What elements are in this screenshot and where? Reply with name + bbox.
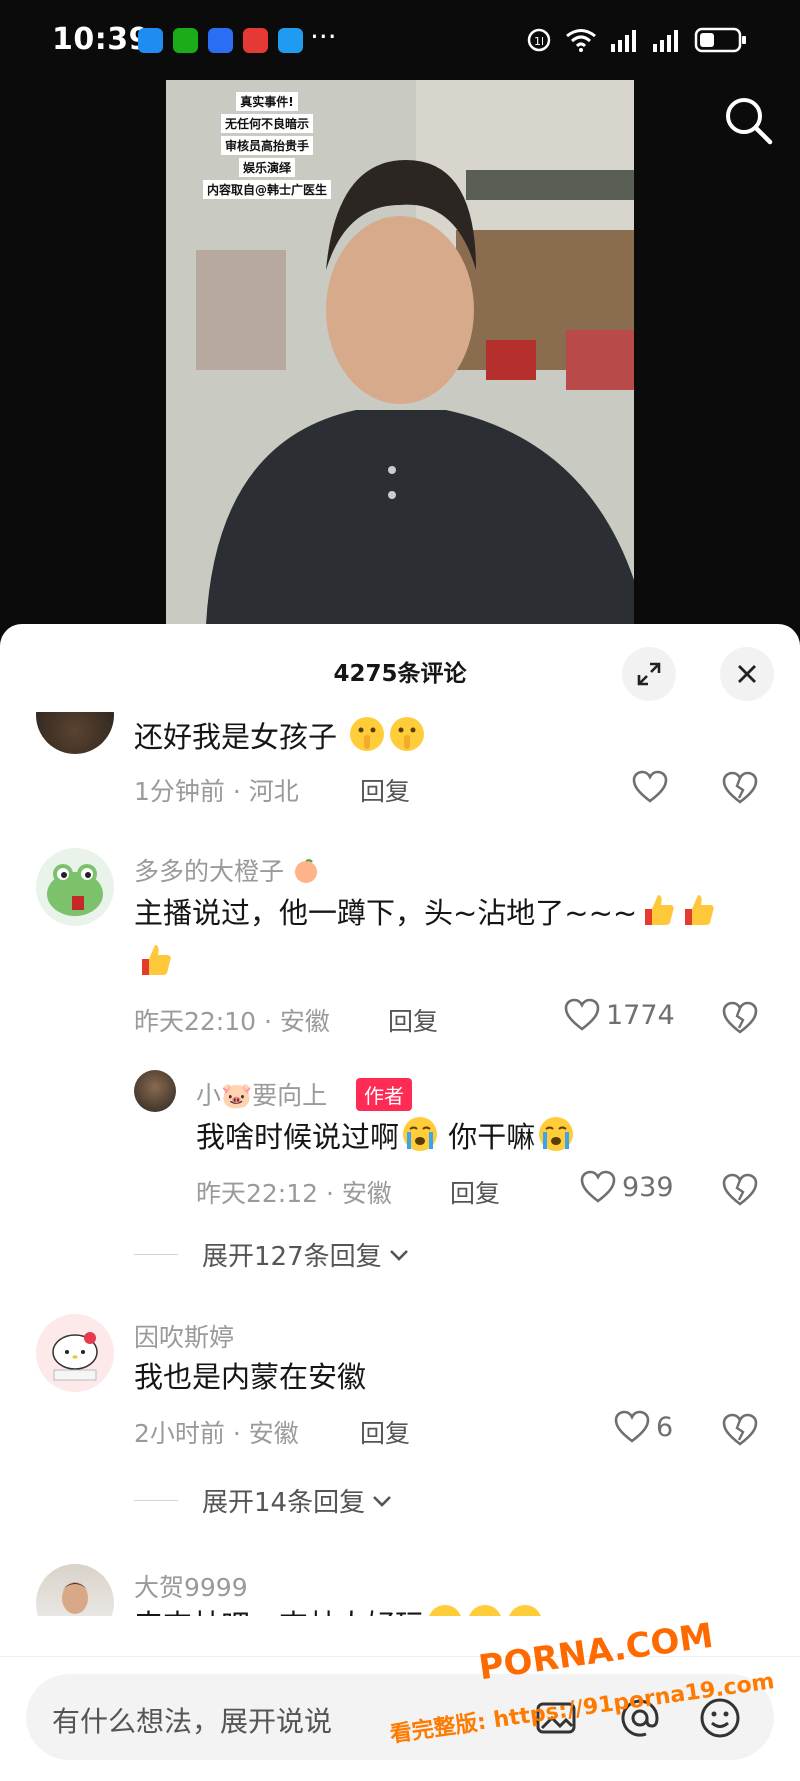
heart-icon	[564, 998, 600, 1031]
expand-replies-button[interactable]: 展开14条回复	[134, 1482, 393, 1519]
comment-body: 主播说过，他一蹲下，头~沾地了~~~	[134, 896, 638, 930]
video-overlay-caption: 真实事件! 无任何不良暗示 审核员高抬贵手 娱乐演绎 内容取自@韩士广医生	[202, 92, 332, 199]
message-app-icon	[138, 28, 163, 53]
signal-2-icon	[653, 30, 678, 52]
video-player[interactable]: 真实事件! 无任何不良暗示 审核员高抬贵手 娱乐演绎 内容取自@韩士广医生	[166, 80, 634, 625]
overlay-line: 无任何不良暗示	[220, 114, 313, 133]
divider-line	[134, 1499, 178, 1502]
reply-button[interactable]: 回复	[360, 772, 410, 808]
like-count: 939	[622, 1171, 674, 1203]
comment-input-placeholder: 有什么想法，展开说说	[52, 1705, 333, 1738]
comments-sheet: 4275条评论 还好我是女孩子 1分钟前 · 河北 回复 多多的大橙子 主播说过…	[0, 624, 800, 1780]
comment-username: 多多的大橙子	[134, 852, 320, 888]
overlay-line: 娱乐演绎	[238, 158, 295, 177]
comment-text: 我也是内蒙在安徽	[134, 1360, 367, 1394]
wifi-icon	[566, 29, 596, 52]
search-app-icon	[278, 28, 303, 53]
person-avatar-icon	[62, 1582, 88, 1614]
avatar[interactable]	[36, 1564, 114, 1616]
comment-list[interactable]: 还好我是女孩子 1分钟前 · 河北 回复 多多的大橙子 主播说过，他一蹲下，头~…	[0, 712, 800, 1616]
thumbs-up-emoji-icon	[645, 895, 674, 925]
heart-icon	[632, 770, 668, 803]
reply-button[interactable]: 回复	[388, 1002, 438, 1038]
author-badge: 作者	[356, 1078, 412, 1111]
search-icon[interactable]	[722, 94, 774, 146]
comment-username: 大贺9999	[134, 1573, 248, 1602]
comment-username: 因吹斯婷	[134, 1323, 235, 1352]
comments-count-title: 4275条评论	[333, 661, 467, 687]
reply-meta: 昨天22:12 · 安徽	[196, 1179, 392, 1208]
avatar[interactable]	[36, 1314, 114, 1392]
reply-button[interactable]: 回复	[450, 1174, 500, 1210]
expand-button[interactable]	[622, 647, 676, 701]
like-button[interactable]: 6	[614, 1410, 673, 1444]
hello-kitty-avatar-icon	[52, 1332, 98, 1381]
huawei-app-icon	[243, 28, 268, 53]
like-button[interactable]: 939	[580, 1170, 674, 1204]
comment-text: 主播说过，他一蹲下，头~沾地了~~~	[134, 888, 774, 988]
crying-emoji-icon	[539, 1117, 574, 1151]
signal-1-icon	[611, 30, 636, 52]
expand-replies-label: 展开127条回复	[202, 1242, 382, 1272]
comment-meta: 昨天22:10 · 安徽	[134, 1007, 330, 1036]
comment-meta: 1分钟前 · 河北	[134, 777, 299, 806]
comment-text: 来吉林吧，吉林人好玩	[134, 1600, 544, 1616]
shushing-emoji-icon	[390, 717, 425, 751]
crying-emoji-icon	[429, 1605, 461, 1616]
expand-replies-label: 展开14条回复	[202, 1488, 366, 1518]
comment-text: 还好我是女孩子	[134, 712, 426, 762]
hd-call-icon: 1l	[527, 28, 551, 52]
peach-emoji-icon	[294, 859, 317, 883]
heart-icon	[614, 1410, 650, 1443]
overlay-line: 审核员高抬贵手	[220, 136, 313, 155]
thumbs-up-emoji-icon	[142, 945, 171, 975]
like-count: 1774	[606, 999, 675, 1031]
reply-username: 小🐷要向上	[196, 1081, 328, 1110]
notification-icons	[138, 28, 303, 53]
frog-avatar-icon	[47, 864, 103, 916]
battery-icon	[694, 27, 746, 53]
overlay-line: 真实事件!	[236, 92, 298, 111]
crying-emoji-icon	[469, 1605, 501, 1616]
overlay-line: 内容取自@韩士广医生	[202, 180, 331, 199]
crying-emoji-icon	[509, 1605, 541, 1616]
reply-body-b: 你干嘛	[439, 1120, 536, 1154]
svg-text:1l: 1l	[534, 35, 544, 48]
close-button[interactable]	[720, 647, 774, 701]
expand-icon	[637, 662, 661, 686]
bulb-app-icon	[208, 28, 233, 53]
dislike-icon[interactable]	[722, 770, 758, 806]
close-icon	[738, 665, 756, 683]
comment-meta: 2小时前 · 安徽	[134, 1419, 299, 1448]
more-notifications-icon: ···	[310, 20, 337, 53]
dislike-icon[interactable]	[722, 1000, 758, 1036]
status-bar: 10:39 ··· 1l	[0, 0, 800, 80]
like-button[interactable]: 1774	[564, 998, 675, 1032]
wechat-app-icon	[173, 28, 198, 53]
comment-body: 来吉林吧，吉林人好玩	[134, 1608, 424, 1616]
avatar[interactable]	[36, 712, 114, 754]
like-button[interactable]	[632, 770, 668, 804]
system-status-icons: 1l	[526, 26, 748, 54]
avatar[interactable]	[134, 1070, 176, 1112]
reply-text: 我啥时候说过啊 你干嘛	[196, 1112, 575, 1162]
chevron-down-icon	[373, 1495, 392, 1507]
status-time: 10:39	[52, 22, 150, 57]
divider-line	[134, 1253, 178, 1256]
dislike-icon[interactable]	[722, 1412, 758, 1448]
crying-emoji-icon	[403, 1117, 438, 1151]
thumbs-up-emoji-icon	[685, 895, 714, 925]
dislike-icon[interactable]	[722, 1172, 758, 1208]
shushing-emoji-icon	[350, 717, 385, 751]
comment-body: 还好我是女孩子	[134, 720, 338, 754]
username-text: 多多的大橙子	[134, 857, 285, 886]
reply-button[interactable]: 回复	[360, 1414, 410, 1450]
expand-replies-button[interactable]: 展开127条回复	[134, 1236, 410, 1273]
heart-icon	[580, 1170, 616, 1203]
chevron-down-icon	[389, 1249, 408, 1261]
avatar[interactable]	[36, 848, 114, 926]
reply-body-a: 我啥时候说过啊	[196, 1120, 400, 1154]
like-count: 6	[656, 1411, 674, 1443]
